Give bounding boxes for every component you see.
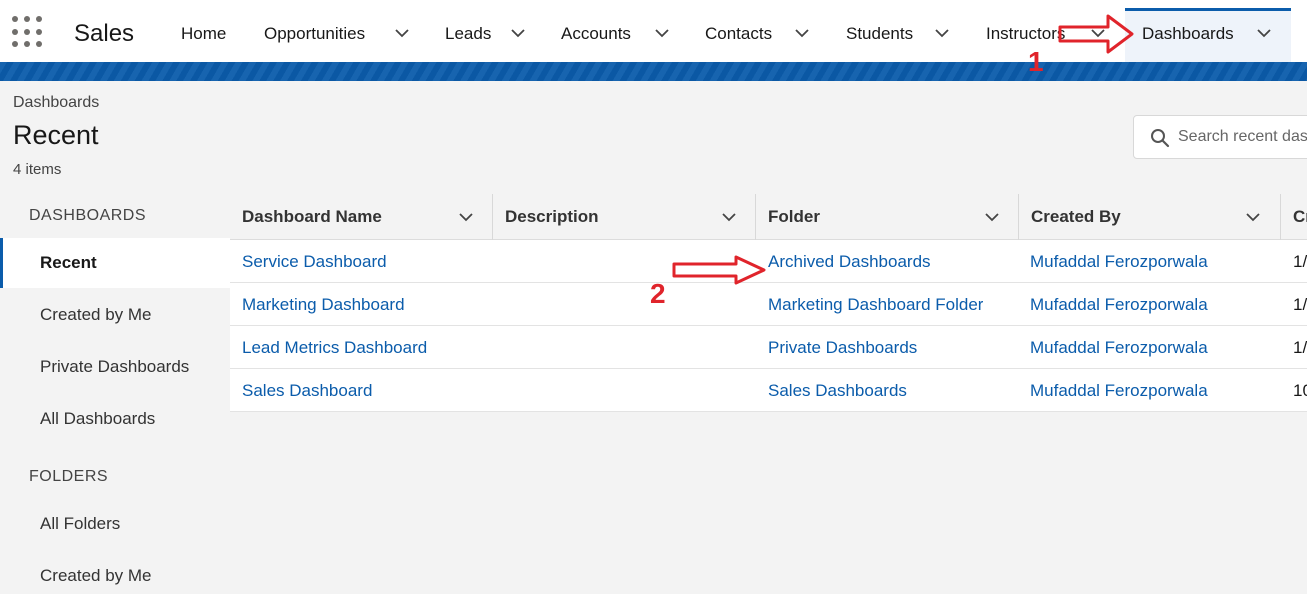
table-row: Sales Dashboard Sales Dashboards Mufadda… xyxy=(230,369,1307,412)
column-header-label: Dashboard Name xyxy=(242,207,382,226)
app-name: Sales xyxy=(74,20,135,47)
annotation-label-1: 1 xyxy=(1028,46,1044,77)
search-input[interactable] xyxy=(1178,124,1307,150)
created-by-link[interactable]: Mufaddal Ferozporwala xyxy=(1030,252,1208,272)
nav-item-home[interactable]: Home xyxy=(181,24,226,44)
table-header: Dashboard Name Description Folder Create… xyxy=(230,194,1307,240)
created-by-link[interactable]: Mufaddal Ferozporwala xyxy=(1030,381,1208,401)
sidebar-item-all-dashboards[interactable]: All Dashboards xyxy=(0,394,230,444)
sidebar-item-recent[interactable]: Recent xyxy=(0,238,230,288)
chevron-down-icon[interactable] xyxy=(1256,26,1272,40)
column-header-created-by[interactable]: Created By xyxy=(1019,194,1281,240)
annotation-arrow-1 xyxy=(1058,14,1134,54)
nav-item-opportunities[interactable]: Opportunities xyxy=(264,24,365,44)
chevron-down-icon[interactable] xyxy=(654,26,670,40)
dashboard-name-link[interactable]: Sales Dashboard xyxy=(242,381,372,401)
chevron-down-icon[interactable] xyxy=(458,210,474,224)
table-row: Lead Metrics Dashboard Private Dashboard… xyxy=(230,326,1307,369)
column-header-dashboard-name[interactable]: Dashboard Name xyxy=(230,194,493,240)
created-on-cell: 1/ xyxy=(1293,338,1307,357)
chevron-down-icon[interactable] xyxy=(510,26,526,40)
sidebar-heading-dashboards: DASHBOARDS xyxy=(29,207,147,224)
page-title: Recent xyxy=(13,120,99,150)
annotation-arrow-2 xyxy=(672,255,766,285)
folder-link[interactable]: Sales Dashboards xyxy=(768,381,907,401)
sidebar-item-private-dashboards[interactable]: Private Dashboards xyxy=(0,342,230,392)
sidebar-item-all-folders[interactable]: All Folders xyxy=(0,499,230,549)
column-header-folder[interactable]: Folder xyxy=(756,194,1019,240)
dashboard-name-link[interactable]: Service Dashboard xyxy=(242,252,387,272)
annotation-label-2: 2 xyxy=(650,278,666,309)
item-count: 4 items xyxy=(13,161,62,178)
folder-link[interactable]: Marketing Dashboard Folder xyxy=(768,295,983,315)
column-header-label: Folder xyxy=(768,207,820,226)
table-row: Service Dashboard Archived Dashboards Mu… xyxy=(230,240,1307,283)
app-launcher-icon[interactable] xyxy=(12,16,44,48)
chevron-down-icon[interactable] xyxy=(394,26,410,40)
column-header-label: Description xyxy=(505,207,599,226)
created-on-cell: 1/ xyxy=(1293,295,1307,314)
nav-item-accounts[interactable]: Accounts xyxy=(561,24,631,44)
created-by-link[interactable]: Mufaddal Ferozporwala xyxy=(1030,338,1208,358)
search-icon xyxy=(1151,129,1170,148)
dashboard-name-link[interactable]: Lead Metrics Dashboard xyxy=(242,338,427,358)
sidebar-item-created-by-me[interactable]: Created by Me xyxy=(0,290,230,340)
sidebar: DASHBOARDS Recent Created by Me Private … xyxy=(0,194,230,594)
dashboards-table: Dashboard Name Description Folder Create… xyxy=(230,194,1307,594)
chevron-down-icon[interactable] xyxy=(934,26,950,40)
column-header-description[interactable]: Description xyxy=(493,194,756,240)
column-header-label: Created By xyxy=(1031,207,1121,226)
created-on-cell: 10 xyxy=(1293,381,1307,400)
breadcrumb[interactable]: Dashboards xyxy=(13,94,99,112)
chevron-down-icon[interactable] xyxy=(794,26,810,40)
sidebar-heading-folders: FOLDERS xyxy=(29,468,109,485)
chevron-down-icon[interactable] xyxy=(984,210,1000,224)
nav-item-leads[interactable]: Leads xyxy=(445,24,491,44)
column-header-label: Cr xyxy=(1293,207,1307,226)
created-on-cell: 1/ xyxy=(1293,252,1307,271)
nav-item-instructors[interactable]: Instructors xyxy=(986,24,1065,44)
created-by-link[interactable]: Mufaddal Ferozporwala xyxy=(1030,295,1208,315)
sidebar-item-folders-created-by-me[interactable]: Created by Me xyxy=(0,551,230,594)
search-box[interactable] xyxy=(1133,115,1307,159)
nav-item-dashboards[interactable]: Dashboards xyxy=(1142,24,1234,44)
header-band xyxy=(0,62,1307,81)
column-header-created-on[interactable]: Cr xyxy=(1281,194,1307,240)
folder-link[interactable]: Archived Dashboards xyxy=(768,252,931,272)
folder-link[interactable]: Private Dashboards xyxy=(768,338,917,358)
nav-item-students[interactable]: Students xyxy=(846,24,913,44)
nav-item-contacts[interactable]: Contacts xyxy=(705,24,772,44)
table-row: Marketing Dashboard Marketing Dashboard … xyxy=(230,283,1307,326)
chevron-down-icon[interactable] xyxy=(721,210,737,224)
chevron-down-icon[interactable] xyxy=(1245,210,1261,224)
dashboard-name-link[interactable]: Marketing Dashboard xyxy=(242,295,405,315)
